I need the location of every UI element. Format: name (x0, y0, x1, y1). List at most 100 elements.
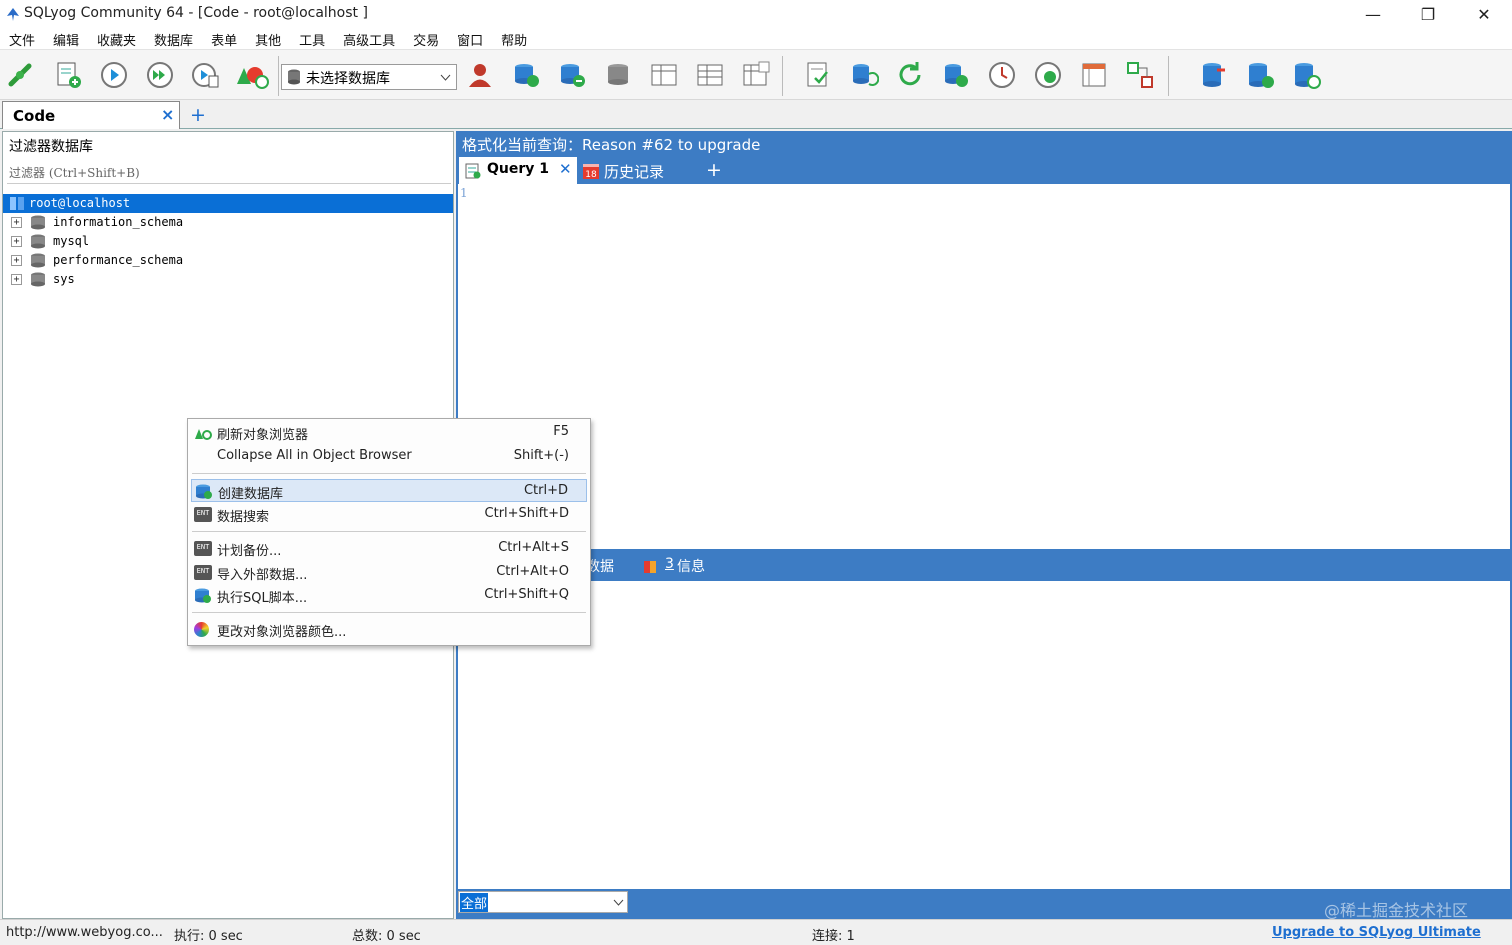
info-tab-label[interactable]: 信息 (677, 556, 705, 576)
manage-indexes-icon[interactable] (738, 58, 774, 92)
menu-item-refresh-browser[interactable]: 刷新对象浏览器 F5 (191, 421, 587, 444)
filter-input[interactable]: 过滤器 (Ctrl+Shift+B) (7, 160, 451, 184)
restore-database-icon[interactable] (1288, 58, 1324, 92)
run-script-icon (195, 588, 211, 603)
minimize-button[interactable]: — (1345, 0, 1401, 28)
schema-compare-icon[interactable] (1122, 58, 1158, 92)
execute-all-icon[interactable] (142, 58, 178, 92)
tree-root-connection[interactable]: root@localhost (3, 194, 453, 213)
menu-favorites[interactable]: 收藏夹 (88, 28, 145, 51)
expand-icon[interactable]: + (11, 217, 22, 228)
expand-icon[interactable]: + (11, 274, 22, 285)
tab-query-1[interactable]: Query 1 ✕ (459, 157, 577, 184)
database-name: performance_schema (53, 253, 184, 267)
menu-transaction[interactable]: 交易 (404, 28, 448, 51)
watermark: @稀土掘金技术社区 (1324, 901, 1469, 920)
tree-item-database[interactable]: + mysql (3, 232, 453, 251)
new-connection-icon[interactable] (4, 58, 40, 92)
status-bar: http://www.webyog.co... 执行: 0 sec 总数: 0 … (0, 919, 1512, 945)
status-connections: 连接: 1 (812, 929, 855, 944)
menu-advanced-tools[interactable]: 高级工具 (334, 28, 404, 51)
menu-item-create-database[interactable]: 创建数据库 Ctrl+D (191, 479, 587, 502)
info-icon (644, 561, 656, 573)
status-url[interactable]: http://www.webyog.co... (6, 925, 163, 940)
scheduler-icon[interactable] (984, 58, 1020, 92)
sql-scheduler-icon[interactable] (1030, 58, 1066, 92)
copy-database-icon[interactable] (1196, 58, 1232, 92)
create-table-icon[interactable] (646, 58, 682, 92)
menu-item-schedule-backup[interactable]: ENT 计划备份... Ctrl+Alt+S (191, 537, 587, 560)
expand-icon[interactable]: + (11, 236, 22, 247)
ent-icon: ENT (194, 565, 212, 580)
database-name: information_schema (53, 215, 184, 229)
schema-designer-icon[interactable] (234, 58, 270, 92)
tree-root-label: root@localhost (29, 196, 131, 210)
menu-tools[interactable]: 工具 (290, 28, 334, 51)
filter-header: 过滤器数据库 (3, 132, 453, 158)
filter-header-label: 过滤器数据库 (9, 139, 93, 155)
close-window-button[interactable]: ✕ (1456, 0, 1512, 28)
tab-history[interactable]: 18 历史记录 (580, 157, 680, 184)
toolbar: 未选择数据库 (0, 50, 1512, 100)
data-sync-icon[interactable] (846, 58, 882, 92)
add-query-tab-button[interactable]: + (706, 159, 722, 181)
filter-placeholder: 过滤器 (Ctrl+Shift+B) (9, 166, 140, 180)
format-query-header[interactable]: 格式化当前查询：Reason #62 to upgrade (462, 134, 760, 155)
chevron-down-icon (613, 899, 624, 906)
database-name: sys (53, 272, 75, 286)
query-builder-icon[interactable] (1076, 58, 1112, 92)
menu-help[interactable]: 帮助 (492, 28, 536, 51)
add-connection-tab-button[interactable]: + (190, 104, 206, 126)
result-tab-bar: 数据 3 信息 (456, 549, 1512, 581)
backup-database-icon[interactable] (1242, 58, 1278, 92)
menu-bar: 文件 编辑 收藏夹 数据库 表单 其他 工具 高级工具 交易 窗口 帮助 (0, 28, 1512, 50)
menu-item-collapse-all[interactable]: Collapse All in Object Browser Shift+(-) (191, 445, 587, 468)
menu-edit[interactable]: 编辑 (44, 28, 88, 51)
menu-database[interactable]: 数据库 (145, 28, 202, 51)
import-db-icon[interactable] (938, 58, 974, 92)
connection-tab-code[interactable]: Code × (2, 101, 180, 129)
sql-editor[interactable]: 1 (458, 184, 1510, 550)
user-manager-icon[interactable] (462, 58, 498, 92)
history-tab-label: 历史记录 (604, 163, 665, 181)
tree-item-database[interactable]: + sys (3, 270, 453, 289)
menu-file[interactable]: 文件 (0, 28, 44, 51)
line-number: 1 (460, 186, 468, 200)
refresh-icon[interactable] (892, 58, 928, 92)
schema-sync-icon[interactable] (800, 58, 836, 92)
connection-tab-strip (0, 101, 1512, 129)
tree-item-database[interactable]: + information_schema (3, 213, 453, 232)
menu-window[interactable]: 窗口 (448, 28, 492, 51)
database-icon (31, 272, 45, 287)
alter-database-icon[interactable] (554, 58, 590, 92)
menu-other[interactable]: 其他 (246, 28, 290, 51)
menu-table[interactable]: 表单 (202, 28, 246, 51)
alter-table-icon[interactable] (692, 58, 728, 92)
close-tab-icon[interactable]: × (161, 105, 174, 124)
database-name: mysql (53, 234, 90, 248)
menu-item-import-external[interactable]: ENT 导入外部数据... Ctrl+Alt+O (191, 561, 587, 584)
menu-item-change-browser-color[interactable]: 更改对象浏览器颜色... (191, 618, 587, 641)
execute-edit-icon[interactable] (188, 58, 224, 92)
expand-icon[interactable]: + (11, 255, 22, 266)
result-filter-select[interactable]: 全部 (458, 891, 628, 913)
close-query-tab-icon[interactable]: ✕ (559, 160, 572, 178)
create-database-icon[interactable] (508, 58, 544, 92)
new-query-icon[interactable] (50, 58, 86, 92)
upgrade-link[interactable]: Upgrade to SQLyog Ultimate (1272, 925, 1481, 940)
title-bar: SQLyog Community 64 - [Code - root@local… (0, 0, 1512, 28)
query-tab-label: Query 1 (487, 161, 550, 177)
info-tab-number[interactable]: 3 (665, 556, 674, 572)
menu-item-execute-sql-script[interactable]: 执行SQL脚本... Ctrl+Shift+Q (191, 584, 587, 607)
restore-button[interactable]: ❐ (1400, 0, 1456, 28)
tree-item-database[interactable]: + performance_schema (3, 251, 453, 270)
calendar-icon: 18 (583, 164, 599, 180)
ent-icon: ENT (194, 541, 212, 556)
menu-item-data-search[interactable]: ENT 数据搜索 Ctrl+Shift+D (191, 503, 587, 526)
execute-query-icon[interactable] (96, 58, 132, 92)
database-icon (31, 215, 45, 230)
result-pane (458, 581, 1510, 889)
database-select[interactable]: 未选择数据库 (281, 64, 457, 90)
drop-database-icon[interactable] (600, 58, 636, 92)
create-db-icon (196, 484, 212, 499)
